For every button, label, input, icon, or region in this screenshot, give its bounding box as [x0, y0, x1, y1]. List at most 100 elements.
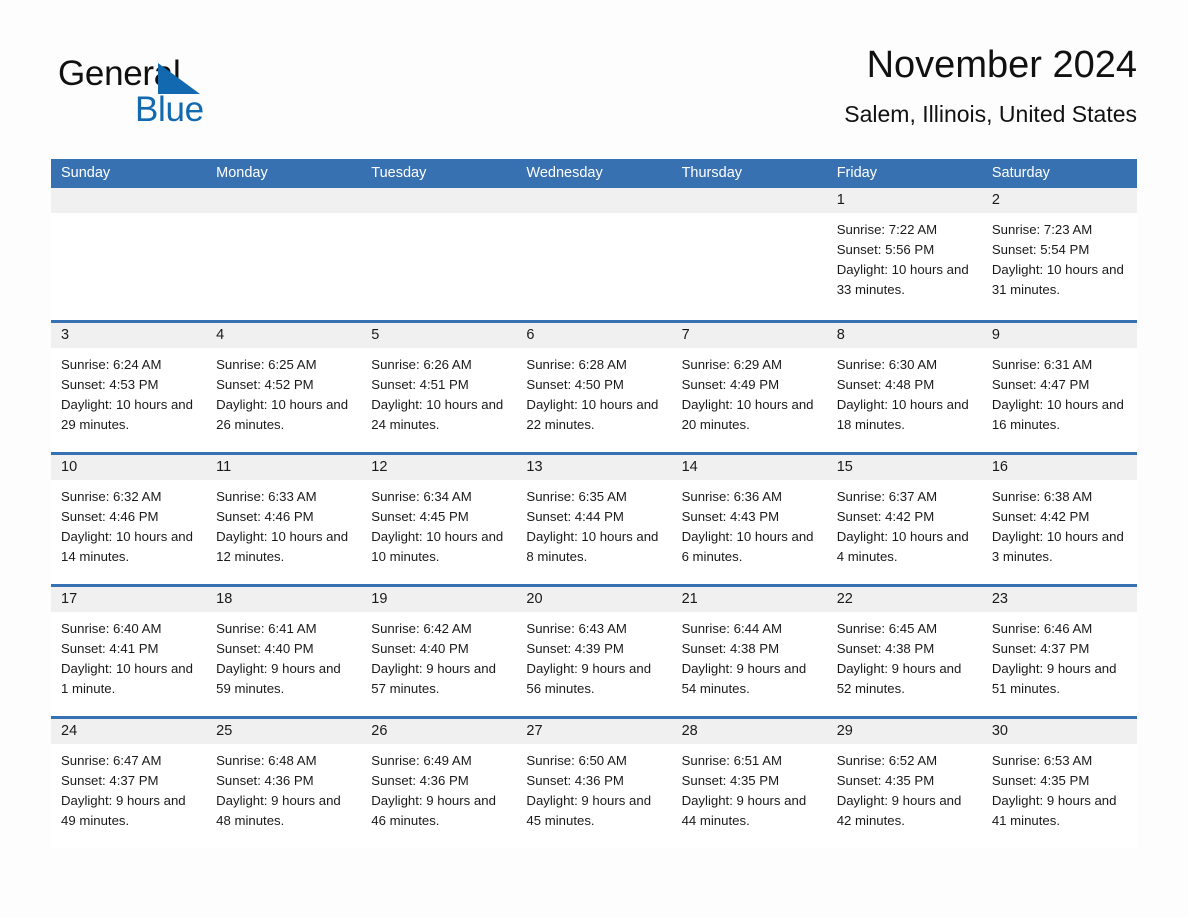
- day-number: 19: [361, 587, 517, 612]
- day-details: Sunrise: 7:22 AM Sunset: 5:56 PM Daylight:…: [827, 213, 982, 300]
- day-cell[interactable]: 2 Sunrise: 7:23 AM Sunset: 5:54 PM Daylight…: [981, 188, 1137, 320]
- day-cell[interactable]: 24 Sunrise: 6:47 AM Sunset: 4:37 PM Dayligh…: [51, 719, 207, 848]
- day-cell[interactable]: 4 Sunrise: 6:25 AM Sunset: 4:52 PM Daylight…: [206, 323, 362, 452]
- day-cell[interactable]: 18 Sunrise: 6:41 AM Sunset: 4:40 PM Dayligh…: [206, 587, 362, 716]
- day-cell-empty: [206, 188, 362, 320]
- day-number: 7: [671, 323, 827, 348]
- day-number: 2: [981, 188, 1137, 213]
- day-cell[interactable]: 16 Sunrise: 6:38 AM Sunset: 4:42 PM Dayligh…: [981, 455, 1137, 584]
- day-details: Sunrise: 6:46 AM Sunset: 4:37 PM Daylight:…: [982, 612, 1137, 699]
- weekday-header-friday: Friday: [836, 165, 877, 181]
- sunset-text: Sunset: 4:49 PM: [681, 377, 780, 392]
- day-cell[interactable]: 5 Sunrise: 6:26 AM Sunset: 4:51 PM Daylight…: [361, 323, 517, 452]
- sunset-text: Sunset: 4:35 PM: [681, 773, 780, 788]
- day-cell[interactable]: 14 Sunrise: 6:36 AM Sunset: 4:43 PM Dayligh…: [671, 455, 827, 584]
- daylight-text: Daylight: 10 hours and 6 minutes.: [681, 529, 814, 564]
- day-details: Sunrise: 6:53 AM Sunset: 4:35 PM Daylight:…: [982, 744, 1137, 831]
- day-cell[interactable]: 12 Sunrise: 6:34 AM Sunset: 4:45 PM Dayligh…: [361, 455, 517, 584]
- day-number: 30: [981, 719, 1137, 744]
- day-number: [361, 188, 517, 213]
- day-cell[interactable]: 19 Sunrise: 6:42 AM Sunset: 4:40 PM Dayligh…: [361, 587, 517, 716]
- day-cell[interactable]: 20 Sunrise: 6:43 AM Sunset: 4:39 PM Dayligh…: [516, 587, 672, 716]
- day-cell[interactable]: 7 Sunrise: 6:29 AM Sunset: 4:49 PM Daylight…: [671, 323, 827, 452]
- daylight-text: Daylight: 9 hours and 49 minutes.: [61, 793, 186, 828]
- sunset-text: Sunset: 4:40 PM: [216, 641, 314, 656]
- day-number: [516, 188, 672, 213]
- daylight-text: Daylight: 9 hours and 56 minutes.: [526, 661, 652, 696]
- day-cell[interactable]: 11 Sunrise: 6:33 AM Sunset: 4:46 PM Dayligh…: [206, 455, 362, 584]
- sunset-text: Sunset: 4:38 PM: [681, 641, 780, 656]
- day-cell[interactable]: 25 Sunrise: 6:48 AM Sunset: 4:36 PM Dayligh…: [206, 719, 362, 848]
- sunrise-text: Sunrise: 6:31 AM: [991, 357, 1093, 372]
- day-number: 25: [206, 719, 362, 744]
- day-details: Sunrise: 6:41 AM Sunset: 4:40 PM Daylight:…: [206, 612, 361, 699]
- day-cell[interactable]: 10 Sunrise: 6:32 AM Sunset: 4:46 PM Dayligh…: [51, 455, 207, 584]
- day-cell[interactable]: 22 Sunrise: 6:45 AM Sunset: 4:38 PM Dayligh…: [826, 587, 982, 716]
- day-details: Sunrise: 6:48 AM Sunset: 4:36 PM Daylight:…: [206, 744, 361, 831]
- day-cell[interactable]: 9 Sunrise: 6:31 AM Sunset: 4:47 PM Daylight…: [981, 323, 1137, 452]
- sunrise-text: Sunrise: 6:44 AM: [681, 621, 782, 636]
- weekday-header-thursday: Thursday: [681, 165, 743, 181]
- sunset-text: Sunset: 4:46 PM: [216, 509, 314, 524]
- day-cell[interactable]: 21 Sunrise: 6:44 AM Sunset: 4:38 PM Dayligh…: [671, 587, 827, 716]
- general-blue-logo: General Blue: [58, 54, 318, 140]
- day-cell[interactable]: 17 Sunrise: 6:40 AM Sunset: 4:41 PM Dayligh…: [51, 587, 207, 716]
- day-cell[interactable]: 6 Sunrise: 6:28 AM Sunset: 4:50 PM Daylight…: [516, 323, 672, 452]
- daylight-text: Daylight: 9 hours and 59 minutes.: [216, 661, 341, 696]
- day-cell[interactable]: 28 Sunrise: 6:51 AM Sunset: 4:35 PM Dayligh…: [671, 719, 827, 848]
- calendar-week-row: 1 Sunrise: 7:22 AM Sunset: 5:56 PM Daylight…: [51, 188, 1137, 320]
- day-cell[interactable]: 15 Sunrise: 6:37 AM Sunset: 4:42 PM Dayligh…: [826, 455, 982, 584]
- day-number: 20: [516, 587, 672, 612]
- sunset-text: Sunset: 4:42 PM: [836, 509, 935, 524]
- day-details: Sunrise: 6:28 AM Sunset: 4:50 PM Daylight:…: [516, 348, 671, 435]
- day-number: [206, 188, 362, 213]
- day-details: Sunrise: 6:50 AM Sunset: 4:36 PM Daylight:…: [516, 744, 671, 831]
- sunrise-text: Sunrise: 6:38 AM: [991, 489, 1093, 504]
- day-details: Sunrise: 6:42 AM Sunset: 4:40 PM Daylight:…: [361, 612, 516, 699]
- sunset-text: Sunset: 4:48 PM: [836, 377, 935, 392]
- sunset-text: Sunset: 5:54 PM: [991, 242, 1090, 257]
- day-details: Sunrise: 6:52 AM Sunset: 4:35 PM Daylight:…: [827, 744, 982, 831]
- day-number: 15: [826, 455, 982, 480]
- daylight-text: Daylight: 10 hours and 26 minutes.: [216, 397, 349, 432]
- sunset-text: Sunset: 4:41 PM: [61, 641, 159, 656]
- day-details: Sunrise: 6:35 AM Sunset: 4:44 PM Daylight:…: [516, 480, 671, 567]
- sunrise-text: Sunrise: 6:48 AM: [216, 753, 317, 768]
- weekday-header-saturday: Saturday: [991, 165, 1050, 181]
- day-cell[interactable]: 27 Sunrise: 6:50 AM Sunset: 4:36 PM Dayligh…: [516, 719, 672, 848]
- daylight-text: Daylight: 10 hours and 12 minutes.: [216, 529, 349, 564]
- day-details: Sunrise: 6:30 AM Sunset: 4:48 PM Daylight:…: [827, 348, 982, 435]
- day-number: 8: [826, 323, 982, 348]
- daylight-text: Daylight: 9 hours and 57 minutes.: [371, 661, 496, 696]
- sunrise-text: Sunrise: 6:43 AM: [526, 621, 627, 636]
- page-title: November 2024: [866, 44, 1137, 86]
- day-details: Sunrise: 6:29 AM Sunset: 4:49 PM Daylight:…: [672, 348, 827, 435]
- daylight-text: Daylight: 9 hours and 46 minutes.: [371, 793, 496, 828]
- day-cell[interactable]: 1 Sunrise: 7:22 AM Sunset: 5:56 PM Daylight…: [826, 188, 982, 320]
- sunset-text: Sunset: 4:35 PM: [991, 773, 1090, 788]
- sunset-text: Sunset: 4:36 PM: [526, 773, 624, 788]
- daylight-text: Daylight: 10 hours and 18 minutes.: [836, 397, 969, 432]
- sunset-text: Sunset: 4:38 PM: [836, 641, 935, 656]
- calendar-week-row: 24 Sunrise: 6:47 AM Sunset: 4:37 PM Dayligh…: [51, 716, 1137, 848]
- location-subtitle: Salem, Illinois, United States: [844, 101, 1137, 127]
- sunset-text: Sunset: 4:50 PM: [526, 377, 624, 392]
- daylight-text: Daylight: 9 hours and 41 minutes.: [991, 793, 1117, 828]
- sunrise-text: Sunrise: 6:32 AM: [61, 489, 162, 504]
- day-cell[interactable]: 8 Sunrise: 6:30 AM Sunset: 4:48 PM Daylight…: [826, 323, 982, 452]
- day-cell[interactable]: 3 Sunrise: 6:24 AM Sunset: 4:53 PM Daylight…: [51, 323, 207, 452]
- sunset-text: Sunset: 4:35 PM: [836, 773, 935, 788]
- day-cell[interactable]: 30 Sunrise: 6:53 AM Sunset: 4:35 PM Dayligh…: [981, 719, 1137, 848]
- daylight-text: Daylight: 9 hours and 48 minutes.: [216, 793, 341, 828]
- day-cell[interactable]: 29 Sunrise: 6:52 AM Sunset: 4:35 PM Dayligh…: [826, 719, 982, 848]
- day-number: 21: [671, 587, 827, 612]
- day-cell[interactable]: 23 Sunrise: 6:46 AM Sunset: 4:37 PM Dayligh…: [981, 587, 1137, 716]
- day-cell[interactable]: 13 Sunrise: 6:35 AM Sunset: 4:44 PM Dayligh…: [516, 455, 672, 584]
- day-details: Sunrise: 6:31 AM Sunset: 4:47 PM Daylight:…: [982, 348, 1137, 435]
- day-cell[interactable]: 26 Sunrise: 6:49 AM Sunset: 4:36 PM Dayligh…: [361, 719, 517, 848]
- day-number: 3: [51, 323, 207, 348]
- day-number: 14: [671, 455, 827, 480]
- day-number: 23: [981, 587, 1137, 612]
- day-number: 6: [516, 323, 672, 348]
- day-number: 9: [981, 323, 1137, 348]
